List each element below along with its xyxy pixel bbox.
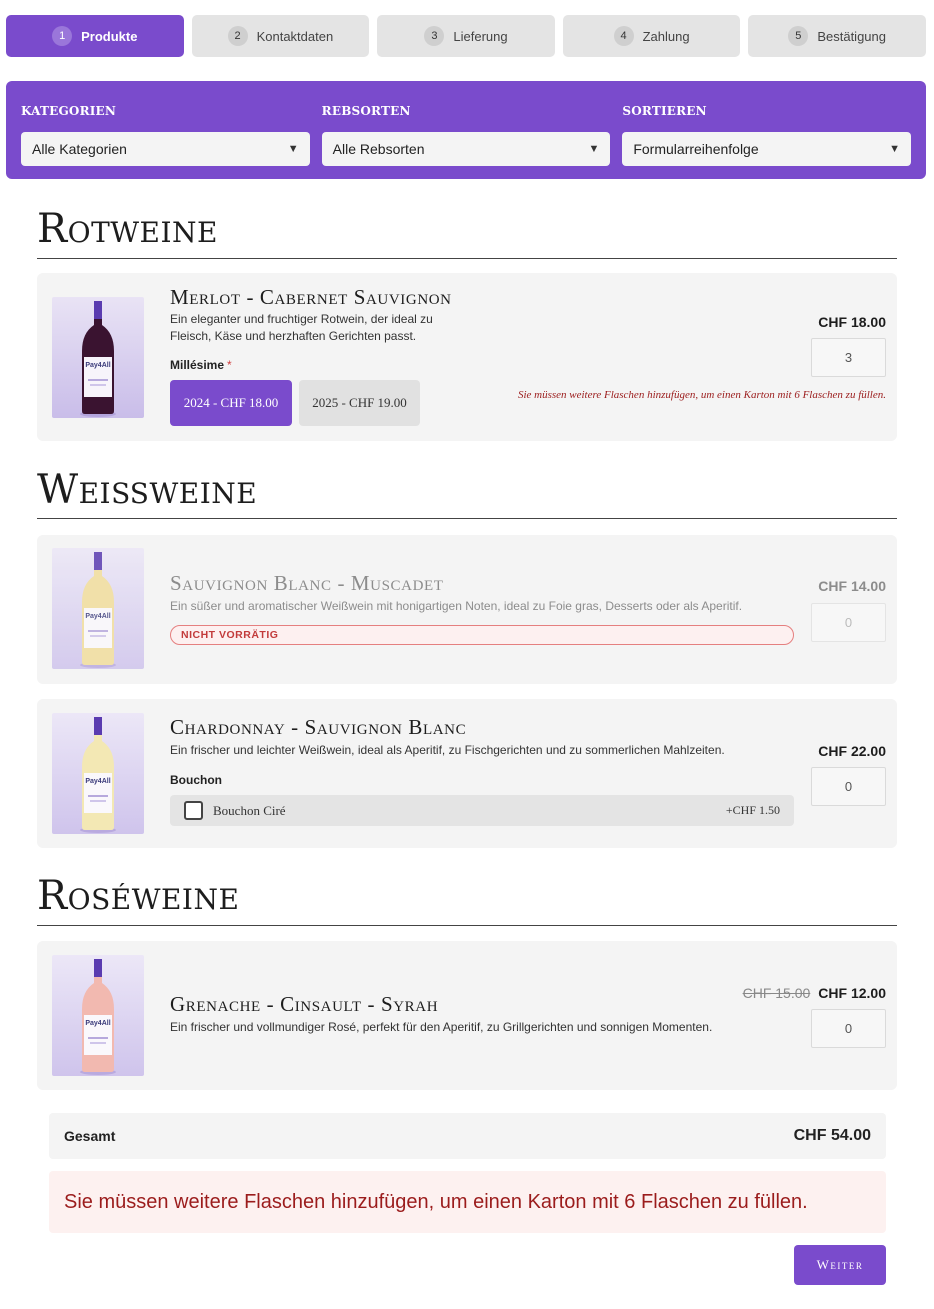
next-button[interactable]: Weiter [794, 1245, 886, 1285]
filter-bar: KATEGORIEN Alle Kategorien ▼ REBSORTEN A… [6, 81, 926, 179]
section-title-rotweine: Rotweine [37, 206, 218, 252]
product-image: Pay4All [52, 955, 144, 1076]
wax-cork-checkbox[interactable] [184, 801, 203, 820]
step-label: Zahlung [642, 28, 690, 44]
product-card-sauvignon: Pay4All Sauvignon Blanc - Muscadet Ein s… [37, 535, 897, 684]
quantity-input: 0 [811, 603, 886, 642]
step-number: 4 [613, 26, 634, 46]
step-label: Bestätigung [817, 28, 886, 44]
product-description-line: Fleisch, Käse und herzhaften Gerichten p… [170, 329, 417, 343]
step-kontaktdaten[interactable]: 2 Kontaktdaten [191, 15, 370, 57]
product-name: Chardonnay - Sauvignon Blanc [170, 715, 467, 739]
step-zahlung[interactable]: 4 Zahlung [562, 15, 741, 57]
checkout-steps: 1 Produkte 2 Kontaktdaten 3 Lieferung 4 … [6, 15, 926, 57]
product-description: Ein eleganter und fruchtiger Rotwein, de… [170, 311, 433, 345]
vintage-option-2025[interactable]: 2025 - CHF 19.00 [299, 380, 420, 426]
quantity-input[interactable]: 0 [811, 767, 886, 806]
product-image: Pay4All [52, 297, 144, 418]
step-produkte[interactable]: 1 Produkte [6, 15, 184, 57]
product-price: CHF 18.00 [818, 314, 886, 330]
category-filter: KATEGORIEN Alle Kategorien ▼ [21, 81, 310, 179]
bottle-label-text: Pay4All [85, 613, 110, 620]
cork-addon-option[interactable]: Bouchon Ciré +CHF 1.50 [170, 795, 794, 826]
section-divider [37, 925, 897, 926]
vintage-option-2024[interactable]: 2024 - CHF 18.00 [170, 380, 292, 426]
step-label: Produkte [81, 28, 138, 44]
step-number: 5 [788, 26, 809, 46]
quantity-input[interactable]: 3 [811, 338, 886, 377]
total-value: CHF 54.00 [793, 1127, 871, 1144]
product-name: Merlot - Cabernet Sauvignon [170, 285, 452, 309]
grape-select[interactable]: Alle Rebsorten ▼ [321, 132, 611, 166]
carton-alert: Sie müssen weitere Flaschen hinzufügen, … [49, 1171, 886, 1233]
section-title-weissweine: Weißweine [37, 467, 258, 513]
product-price: CHF 15.00 CHF 12.00 [743, 985, 886, 1001]
category-select-value: Alle Kategorien [32, 141, 127, 157]
step-bestaetigung[interactable]: 5 Bestätigung [748, 15, 926, 57]
product-price: CHF 22.00 [818, 743, 886, 759]
sort-filter-label: SORTIEREN [622, 104, 707, 118]
section-divider [37, 258, 897, 259]
quantity-input[interactable]: 0 [811, 1009, 886, 1048]
product-image: Pay4All [52, 548, 144, 669]
grape-filter-label: REBSORTEN [321, 104, 411, 118]
product-name: Grenache - Cinsault - Syrah [170, 992, 439, 1016]
category-select[interactable]: Alle Kategorien ▼ [21, 132, 310, 166]
bottle-label-text: Pay4All [85, 1020, 110, 1027]
product-description: Ein frischer und vollmundiger Rosé, perf… [170, 1020, 713, 1034]
chevron-down-icon: ▼ [588, 143, 600, 155]
total-label: Gesamt [64, 1128, 116, 1144]
sort-select[interactable]: Formularreihenfolge ▼ [622, 132, 912, 166]
original-price: CHF 15.00 [742, 985, 811, 1001]
required-marker: * [227, 358, 232, 372]
section-title-roseweine: Roséweine [37, 873, 240, 919]
product-description-line: Ein eleganter und fruchtiger Rotwein, de… [170, 312, 433, 326]
product-description: Ein süßer und aromatischer Weißwein mit … [170, 599, 743, 613]
carton-warning: Sie müssen weitere Flaschen hinzufügen, … [517, 389, 886, 401]
sort-select-value: Formularreihenfolge [633, 141, 759, 157]
addon-price: +CHF 1.50 [725, 803, 780, 817]
step-number: 1 [52, 26, 73, 46]
step-lieferung[interactable]: 3 Lieferung [377, 15, 555, 57]
product-image: Pay4All [52, 713, 144, 834]
chevron-down-icon: ▼ [889, 143, 901, 155]
step-number: 3 [424, 26, 445, 46]
product-card-merlot: Pay4All Merlot - Cabernet Sauvignon Ein … [37, 273, 897, 441]
sale-price: CHF 12.00 [818, 985, 886, 1001]
product-card-grenache: Pay4All Grenache - Cinsault - Syrah Ein … [37, 941, 897, 1090]
grape-select-value: Alle Rebsorten [332, 141, 425, 157]
step-number: 2 [227, 26, 248, 46]
chevron-down-icon: ▼ [287, 143, 299, 155]
step-label: Lieferung [453, 28, 508, 44]
step-label: Kontaktdaten [256, 28, 334, 44]
vintage-label-text: Millésime [170, 358, 225, 372]
grape-filter: REBSORTEN Alle Rebsorten ▼ [321, 81, 611, 179]
product-description: Ein frischer und leichter Weißwein, idea… [170, 743, 725, 757]
section-divider [37, 518, 897, 519]
out-of-stock-badge: NICHT VORRÄTIG [170, 625, 794, 645]
cork-option-label: Bouchon [170, 773, 222, 787]
addon-name: Bouchon Ciré [213, 802, 286, 818]
category-filter-label: KATEGORIEN [21, 104, 117, 118]
bottle-label-text: Pay4All [85, 362, 110, 369]
vintage-label: Millésime * [170, 358, 232, 372]
sort-filter: SORTIEREN Formularreihenfolge ▼ [622, 81, 912, 179]
order-total: Gesamt CHF 54.00 [49, 1113, 886, 1159]
product-card-chardonnay: Pay4All Chardonnay - Sauvignon Blanc Ein… [37, 699, 897, 848]
product-name: Sauvignon Blanc - Muscadet [170, 571, 444, 595]
bottle-label-text: Pay4All [85, 778, 110, 785]
product-price: CHF 14.00 [818, 578, 886, 594]
